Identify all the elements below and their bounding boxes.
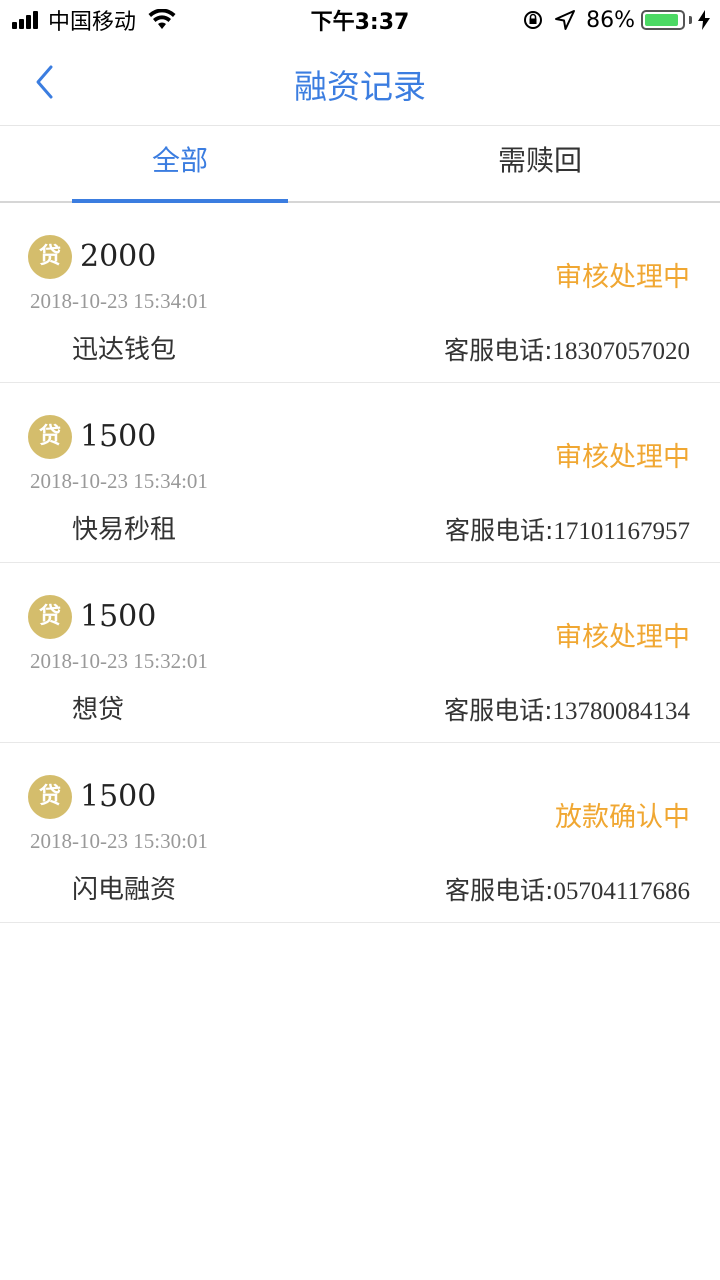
phone-number: 17101167957 [553, 518, 690, 545]
status-bar: 中国移动 下午3:37 86% [0, 0, 720, 40]
status-right: 86% [522, 6, 710, 34]
phone-label: 客服电话: [444, 516, 554, 545]
service-phone[interactable]: 客服电话:05704117686 [445, 871, 690, 907]
location-icon [555, 10, 576, 30]
loan-badge-icon: 贷 [28, 235, 72, 279]
battery-percent: 86% [586, 7, 635, 33]
loan-badge-icon: 贷 [28, 415, 72, 459]
loan-amount: 2000 [80, 239, 157, 274]
service-phone[interactable]: 客服电话:18307057020 [444, 331, 690, 367]
loan-badge-icon: 贷 [28, 775, 72, 819]
page-title: 融资记录 [294, 67, 426, 106]
tab-all[interactable]: 全部 [0, 126, 360, 201]
orientation-lock-icon [524, 11, 543, 29]
phone-number: 18307057020 [552, 338, 691, 365]
loan-status: 审核处理中 [555, 622, 690, 653]
record-item[interactable]: 贷 2000 审核处理中 2018-10-23 15:34:01 迅达钱包 客服… [0, 203, 720, 383]
lender-name: 闪电融资 [72, 875, 177, 905]
loan-time: 2018-10-23 15:34:01 [30, 469, 208, 493]
loan-status: 放款确认中 [555, 802, 690, 833]
loan-status: 审核处理中 [555, 442, 690, 473]
loan-status: 审核处理中 [555, 262, 690, 293]
tab-redeem[interactable]: 需赎回 [360, 126, 720, 201]
lender-name: 快易秒租 [72, 515, 177, 545]
loan-amount: 1500 [80, 599, 157, 634]
loan-amount: 1500 [80, 779, 157, 814]
loan-amount: 1500 [80, 419, 157, 454]
loan-badge-icon: 贷 [28, 595, 72, 639]
loan-time: 2018-10-23 15:32:01 [30, 649, 208, 673]
record-item[interactable]: 贷 1500 放款确认中 2018-10-23 15:30:01 闪电融资 客服… [0, 743, 720, 923]
lender-name: 想贷 [72, 695, 125, 725]
charging-icon [698, 10, 710, 30]
phone-label: 客服电话: [444, 876, 554, 905]
phone-number: 13780084134 [552, 698, 691, 725]
service-phone[interactable]: 客服电话:17101167957 [445, 511, 690, 547]
phone-label: 客服电话: [444, 336, 553, 365]
nav-bar: 融资记录 [0, 40, 720, 126]
phone-label: 客服电话: [444, 696, 553, 725]
loan-time: 2018-10-23 15:34:01 [30, 289, 208, 313]
record-item[interactable]: 贷 1500 审核处理中 2018-10-23 15:34:01 快易秒租 客服… [0, 383, 720, 563]
lender-name: 迅达钱包 [72, 335, 177, 365]
record-item[interactable]: 贷 1500 审核处理中 2018-10-23 15:32:01 想贷 客服电话… [0, 563, 720, 743]
record-list: 贷 2000 审核处理中 2018-10-23 15:34:01 迅达钱包 客服… [0, 203, 720, 923]
phone-number: 05704117686 [553, 878, 690, 905]
loan-time: 2018-10-23 15:30:01 [30, 829, 208, 853]
service-phone[interactable]: 客服电话:13780084134 [444, 691, 690, 727]
tab-bar: 全部 需赎回 [0, 126, 720, 203]
battery-icon [641, 10, 685, 30]
battery-tip [689, 16, 692, 24]
